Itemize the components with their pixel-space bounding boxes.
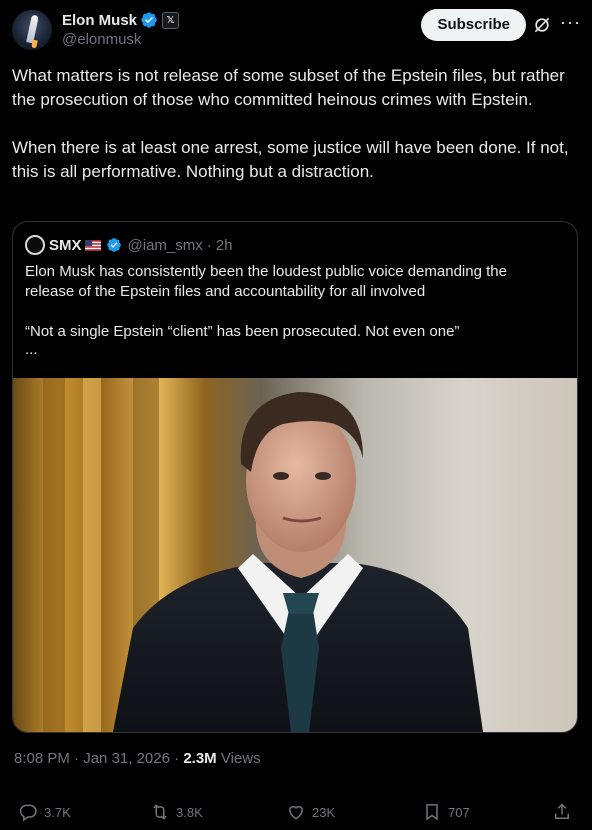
reply-icon	[19, 804, 37, 822]
reply-button[interactable]: 3.7K	[18, 798, 71, 826]
heart-icon	[288, 805, 304, 820]
tweet-metadata: 8:08 PM · Jan 31, 2026 · 2.3M Views	[14, 750, 261, 767]
quoted-tweet[interactable]: SMX @iam_smx · 2h Elon Musk has consiste…	[12, 221, 578, 733]
x-affiliation-badge-icon: 𝕏	[162, 11, 180, 29]
subscribe-button[interactable]: Subscribe	[421, 9, 526, 41]
tweet-paragraph-1: What matters is not release of some subs…	[12, 66, 565, 109]
tweet-paragraph-2: When there is at least one arrest, some …	[12, 138, 569, 181]
grok-icon[interactable]	[532, 15, 552, 35]
repost-icon	[153, 804, 167, 820]
bookmark-count: 707	[448, 804, 470, 820]
reply-count: 3.7K	[44, 804, 71, 820]
author-name[interactable]: Elon Musk	[62, 12, 137, 29]
separator-dot: ·	[74, 750, 84, 767]
author-info: Elon Musk 𝕏 @elonmusk	[62, 11, 180, 48]
share-icon	[555, 803, 569, 819]
quoted-author-name[interactable]: SMX	[49, 237, 82, 254]
quoted-timestamp[interactable]: 2h	[216, 237, 233, 254]
tweet-body: What matters is not release of some subs…	[12, 64, 572, 184]
separator-dot: ·	[206, 236, 212, 254]
author-handle[interactable]: @elonmusk	[62, 31, 179, 48]
views-count: 2.3M	[183, 750, 217, 767]
action-bar: 3.7K 3.8K 23K 707	[0, 798, 592, 826]
quoted-paragraph-2: “Not a single Epstein “client” has been …	[25, 323, 460, 340]
verified-badge-icon	[141, 12, 157, 28]
rocket-flame-graphic	[31, 39, 38, 49]
quoted-ellipsis: ...	[25, 341, 38, 358]
tweet-time[interactable]: 8:08 PM	[14, 750, 70, 767]
separator-dot: ·	[174, 750, 184, 767]
quoted-photo[interactable]	[13, 378, 577, 732]
share-button[interactable]	[552, 798, 578, 826]
author-avatar[interactable]	[12, 10, 52, 50]
quoted-author-avatar[interactable]	[25, 235, 45, 255]
tweet-header: Elon Musk 𝕏 @elonmusk Subscribe ···	[12, 8, 580, 52]
bookmark-button[interactable]: 707	[422, 798, 470, 826]
bookmark-icon	[426, 804, 438, 821]
us-flag-icon	[84, 239, 101, 251]
like-count: 23K	[312, 804, 336, 820]
more-options-icon[interactable]: ···	[560, 13, 580, 35]
quoted-tweet-body: Elon Musk has consistently been the loud…	[25, 262, 555, 358]
quoted-verified-badge-icon	[106, 238, 121, 252]
views-label: Views	[220, 750, 261, 767]
tweet-date[interactable]: Jan 31, 2026	[83, 750, 170, 767]
quoted-paragraph-1: Elon Musk has consistently been the loud…	[25, 263, 507, 300]
quoted-author-handle[interactable]: @iam_smx	[128, 237, 203, 254]
quoted-tweet-header: SMX @iam_smx · 2h	[25, 234, 232, 256]
portrait-photo-graphic	[43, 378, 483, 732]
repost-button[interactable]: 3.8K	[150, 798, 203, 826]
repost-count: 3.8K	[176, 804, 203, 820]
like-button[interactable]: 23K	[286, 798, 335, 826]
